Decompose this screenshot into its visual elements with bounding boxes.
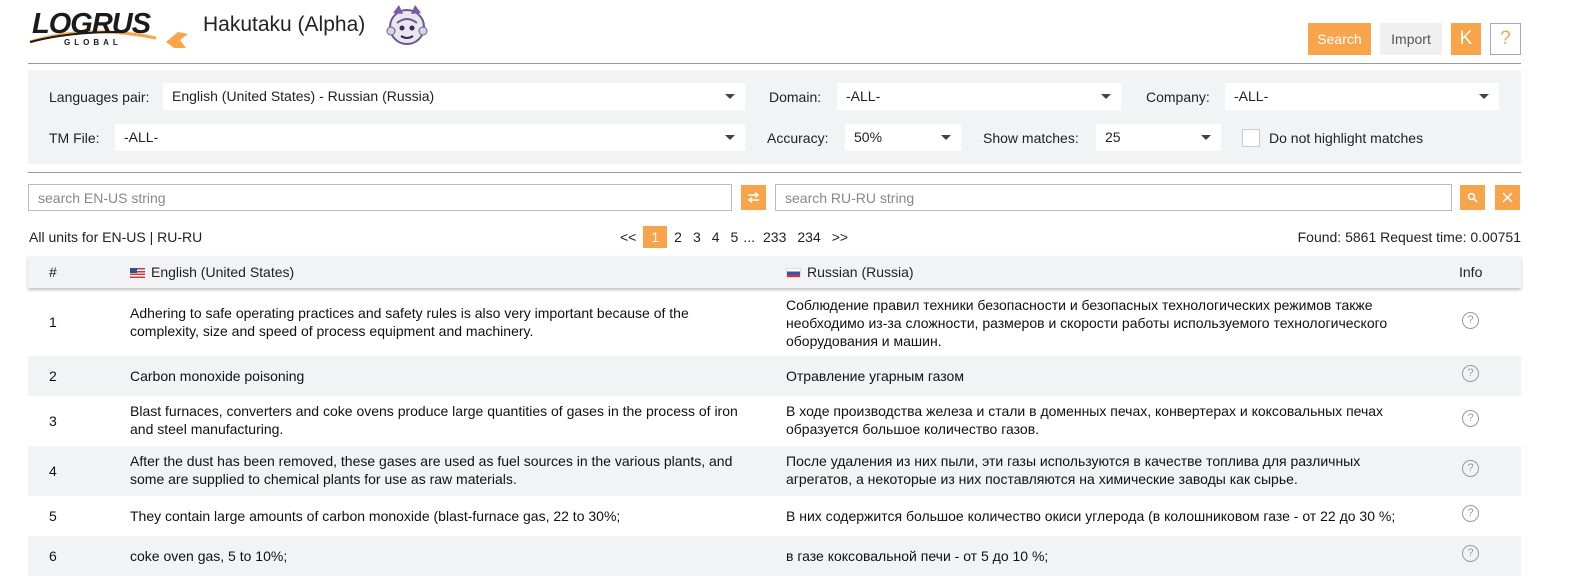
no-highlight-checkbox[interactable] <box>1242 129 1260 147</box>
row-number: 4 <box>49 463 57 479</box>
page-link[interactable]: 5 <box>727 226 743 248</box>
info-icon[interactable]: ? <box>1462 545 1479 562</box>
chevron-down-icon <box>1479 94 1489 99</box>
results-table-header: # English (United States) Russian (Russi… <box>28 256 1521 288</box>
row-number: 3 <box>49 413 57 429</box>
page-link-current[interactable]: 1 <box>643 226 668 248</box>
target-segment: В ходе производства железа и стали в дом… <box>786 403 1384 437</box>
row-number: 5 <box>49 508 57 524</box>
info-icon[interactable]: ? <box>1462 365 1479 382</box>
page-ellipsis: ... <box>743 229 756 245</box>
app-title: Hakutaku (Alpha) <box>203 13 366 36</box>
clear-search-button[interactable] <box>1495 185 1520 210</box>
us-flag-icon <box>130 268 145 278</box>
found-status: Found: 5861 Request time: 0.00751 <box>1297 229 1521 245</box>
col-info-header: Info <box>1459 264 1483 280</box>
tm-file-label: TM File: <box>49 130 100 146</box>
logo-wordmark: LOGRUS <box>32 8 151 40</box>
hakutaku-mascot-icon <box>383 1 431 49</box>
table-row[interactable]: 1 Adhering to safe operating practices a… <box>28 290 1521 356</box>
source-segment: coke oven gas, 5 to 10%; <box>130 548 288 564</box>
col-source-label: English (United States) <box>151 264 295 280</box>
filter-divider <box>28 172 1521 173</box>
accuracy-label: Accuracy: <box>767 130 829 146</box>
accuracy-select[interactable]: 50% <box>845 124 961 151</box>
units-label: All units for EN-US | RU-RU <box>29 229 203 245</box>
show-matches-select[interactable]: 25 <box>1096 124 1221 151</box>
col-source-header[interactable]: English (United States) <box>130 264 294 280</box>
source-segment: They contain large amounts of carbon mon… <box>130 508 621 524</box>
row-number: 6 <box>49 548 57 564</box>
no-highlight-label: Do not highlight matches <box>1269 130 1424 146</box>
col-target-label: Russian (Russia) <box>807 264 914 280</box>
tm-file-value: -ALL- <box>124 129 159 145</box>
table-row[interactable]: 2 Carbon monoxide poisoning Отравление у… <box>28 356 1521 396</box>
page-next-link[interactable]: >> <box>828 226 852 248</box>
close-icon <box>1502 192 1513 203</box>
info-icon[interactable]: ? <box>1462 505 1479 522</box>
filter-panel: Languages pair: English (United States) … <box>28 70 1521 164</box>
ru-flag-icon <box>786 268 801 278</box>
page-link[interactable]: 233 <box>759 226 790 248</box>
page-link[interactable]: 234 <box>793 226 824 248</box>
info-icon[interactable]: ? <box>1462 410 1479 427</box>
user-avatar-button[interactable]: K <box>1451 23 1481 55</box>
source-segment: Adhering to safe operating practices and… <box>130 305 689 339</box>
company-label: Company: <box>1146 89 1210 105</box>
source-segment: Carbon monoxide poisoning <box>130 368 305 384</box>
import-nav-button[interactable]: Import <box>1380 23 1442 55</box>
swap-arrows-icon <box>747 192 760 203</box>
domain-label: Domain: <box>769 89 822 105</box>
table-row[interactable]: 6 coke oven gas, 5 to 10%; в газе коксов… <box>28 536 1521 576</box>
source-search-input[interactable] <box>28 184 732 211</box>
page-link[interactable]: 4 <box>708 226 724 248</box>
run-search-button[interactable] <box>1460 185 1485 210</box>
info-icon[interactable]: ? <box>1462 460 1479 477</box>
help-button[interactable]: ? <box>1490 23 1521 55</box>
app-header: LOGRUS GLOBAL Hakutaku (Alpha) Search Im… <box>0 0 1590 64</box>
col-target-header[interactable]: Russian (Russia) <box>786 264 914 280</box>
company-value: -ALL- <box>1234 88 1269 104</box>
page-link[interactable]: 2 <box>670 226 686 248</box>
show-matches-value: 25 <box>1105 129 1121 145</box>
show-matches-label: Show matches: <box>983 130 1079 146</box>
languages-pair-label: Languages pair: <box>49 89 150 105</box>
domain-value: -ALL- <box>846 88 881 104</box>
table-row[interactable]: 4 After the dust has been removed, these… <box>28 446 1521 496</box>
target-search-input[interactable] <box>775 184 1452 211</box>
tm-file-select[interactable]: -ALL- <box>115 124 745 151</box>
target-segment: в газе коксовальной печи - от 5 до 10 %; <box>786 548 1049 564</box>
chevron-down-icon <box>941 135 951 140</box>
search-nav-button[interactable]: Search <box>1308 23 1371 55</box>
languages-pair-value: English (United States) - Russian (Russi… <box>172 88 435 104</box>
logo-subtitle: GLOBAL <box>64 38 122 47</box>
table-row[interactable]: 5 They contain large amounts of carbon m… <box>28 496 1521 536</box>
search-icon <box>1467 192 1478 203</box>
page-first-link[interactable]: << <box>616 226 640 248</box>
info-icon[interactable]: ? <box>1462 312 1479 329</box>
languages-pair-select[interactable]: English (United States) - Russian (Russi… <box>163 83 745 110</box>
chevron-down-icon <box>725 135 735 140</box>
target-segment: После удаления из них пыли, эти газы исп… <box>786 453 1361 487</box>
target-segment: В них содержится большое количество окис… <box>786 508 1396 524</box>
row-number: 2 <box>49 368 57 384</box>
chevron-down-icon <box>1101 94 1111 99</box>
target-segment: Соблюдение правил техники безопасности и… <box>786 297 1388 349</box>
company-select[interactable]: -ALL- <box>1225 83 1499 110</box>
accuracy-value: 50% <box>854 129 883 145</box>
chevron-down-icon <box>725 94 735 99</box>
domain-select[interactable]: -ALL- <box>837 83 1121 110</box>
col-number-header: # <box>49 264 57 280</box>
target-segment: Отравление угарным газом <box>786 368 964 384</box>
logrus-logo[interactable]: LOGRUS GLOBAL <box>28 8 190 54</box>
source-segment: After the dust has been removed, these g… <box>130 453 733 487</box>
row-number: 1 <box>49 314 57 330</box>
table-row[interactable]: 3 Blast furnaces, converters and coke ov… <box>28 396 1521 446</box>
pagination: << 1 2 3 4 5 ... 233 234 >> <box>616 226 855 248</box>
chevron-down-icon <box>1201 135 1211 140</box>
swap-languages-button[interactable] <box>741 185 766 210</box>
header-divider <box>28 63 1521 64</box>
page-link[interactable]: 3 <box>689 226 705 248</box>
source-segment: Blast furnaces, converters and coke oven… <box>130 403 738 437</box>
